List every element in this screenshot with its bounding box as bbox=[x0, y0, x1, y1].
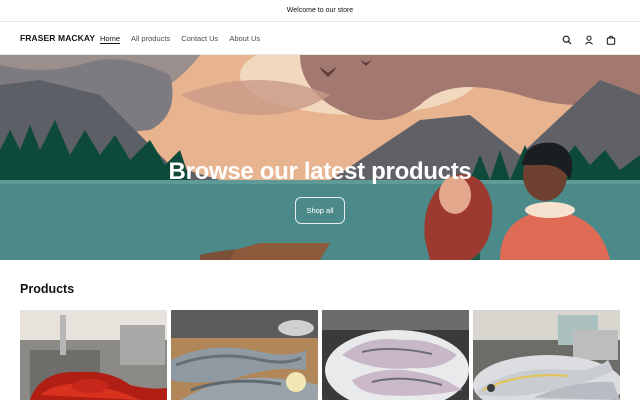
nav-all-products[interactable]: All products bbox=[131, 34, 170, 43]
main-nav: Home All products Contact Us About Us bbox=[100, 34, 260, 43]
site-header: FRASER MACKAY Home All products Contact … bbox=[0, 22, 640, 55]
cart-icon[interactable] bbox=[606, 32, 616, 45]
hero-banner: Browse our latest products Shop all bbox=[0, 55, 640, 260]
product-card[interactable] bbox=[171, 310, 318, 400]
header-icons bbox=[562, 32, 616, 45]
nav-about-us[interactable]: About Us bbox=[229, 34, 260, 43]
store-logo[interactable]: FRASER MACKAY bbox=[20, 33, 95, 43]
announcement-text: Welcome to our store bbox=[286, 7, 354, 14]
announcement-bar: Welcome to our store bbox=[0, 0, 640, 22]
shop-all-button[interactable]: Shop all bbox=[295, 197, 345, 224]
account-icon[interactable] bbox=[584, 32, 594, 45]
product-image bbox=[171, 310, 318, 400]
product-card[interactable] bbox=[20, 310, 167, 400]
search-icon[interactable] bbox=[562, 32, 572, 45]
product-image bbox=[473, 310, 620, 400]
product-card[interactable] bbox=[473, 310, 620, 400]
nav-home[interactable]: Home bbox=[100, 34, 120, 43]
product-image bbox=[20, 310, 167, 400]
nav-contact-us[interactable]: Contact Us bbox=[181, 34, 218, 43]
product-image bbox=[322, 310, 469, 400]
hero-title: Browse our latest products bbox=[168, 158, 472, 185]
product-card[interactable] bbox=[322, 310, 469, 400]
products-heading: Products bbox=[20, 282, 75, 296]
